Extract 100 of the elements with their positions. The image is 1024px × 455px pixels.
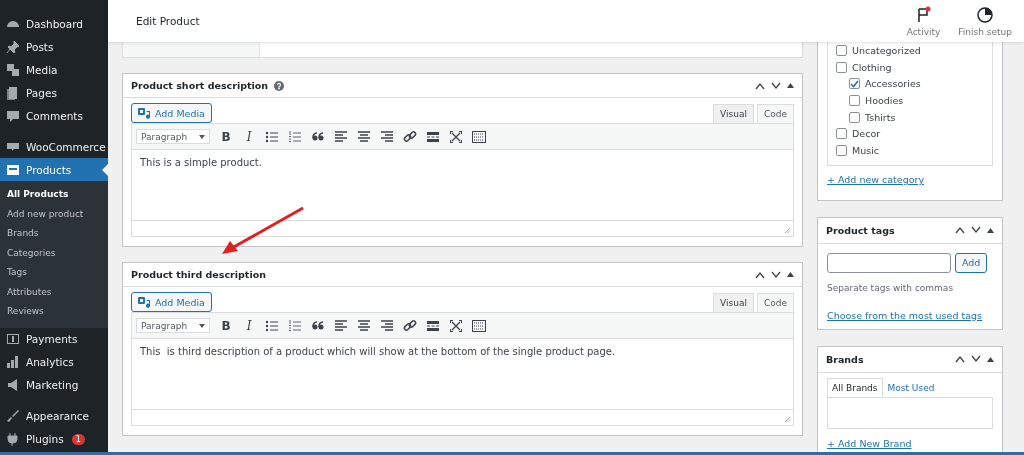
collapse-icon[interactable] <box>987 227 994 233</box>
progress-icon <box>976 5 995 24</box>
category-checkbox[interactable]: Decor <box>836 125 992 143</box>
read-more-icon[interactable] <box>426 129 440 144</box>
submenu-item[interactable]: Attributes <box>0 282 108 302</box>
chevron-up-icon[interactable] <box>755 270 765 279</box>
menu-item[interactable]: Products <box>0 158 108 181</box>
brush-icon <box>6 409 20 423</box>
page-icon <box>6 85 20 100</box>
collapse-icon[interactable] <box>787 272 794 277</box>
submenu-item[interactable]: Add new product <box>0 204 108 224</box>
link-icon[interactable] <box>403 318 417 333</box>
bold-button[interactable]: B <box>219 129 233 144</box>
format-dropdown[interactable]: Paragraph <box>136 129 210 144</box>
panel-title: Product third description <box>131 269 267 280</box>
bar-chart-icon <box>6 355 20 369</box>
tag-input-field[interactable] <box>827 252 951 273</box>
chevron-down-icon[interactable] <box>771 270 781 279</box>
submenu-item[interactable]: Reviews <box>0 302 108 322</box>
media-icon <box>138 107 151 119</box>
comment-icon <box>6 108 20 123</box>
chevron-up-icon[interactable] <box>955 355 965 364</box>
plug-icon <box>6 432 20 446</box>
editor-tab[interactable]: Code <box>756 104 794 123</box>
add-category-link[interactable]: + Add new category <box>827 173 993 185</box>
header-action[interactable]: Activity <box>906 5 941 37</box>
menu-item[interactable]: Appearance <box>0 404 108 428</box>
cash-icon <box>6 332 20 346</box>
resize-handle-icon[interactable] <box>784 416 791 423</box>
box-icon <box>6 162 20 177</box>
align-left-icon[interactable] <box>334 318 348 333</box>
bold-button[interactable]: B <box>219 318 233 333</box>
editor-tab[interactable]: Visual <box>713 104 754 123</box>
header-action[interactable]: Finish setup <box>958 5 1012 37</box>
resize-handle-icon[interactable] <box>784 227 791 234</box>
brand-tab[interactable]: Most Used <box>882 377 940 397</box>
category-checkbox[interactable]: Accessories <box>849 75 992 93</box>
page-title: Edit Product <box>136 15 201 27</box>
align-center-icon[interactable] <box>357 129 371 144</box>
media-icon <box>6 62 20 77</box>
menu-item[interactable]: Posts <box>0 35 108 58</box>
add-media-button[interactable]: Add Media <box>131 292 212 312</box>
add-tag-button[interactable]: Add <box>955 252 988 273</box>
align-right-icon[interactable] <box>380 129 394 144</box>
media-icon <box>138 296 151 308</box>
hint-text: Separate tags with commas <box>827 282 955 293</box>
fullscreen-icon[interactable] <box>449 318 463 333</box>
submenu-item[interactable]: All Products <box>0 185 108 205</box>
format-dropdown[interactable]: Paragraph <box>136 318 210 333</box>
editor-tab[interactable]: Visual <box>713 293 754 312</box>
align-center-icon[interactable] <box>357 318 371 333</box>
keyboard-icon[interactable] <box>472 318 486 333</box>
menu-item[interactable]: Media <box>0 58 108 81</box>
menu-item[interactable]: Payments <box>0 327 108 351</box>
help-icon[interactable] <box>274 80 285 91</box>
bullet-list-icon[interactable] <box>265 129 279 144</box>
link-icon[interactable] <box>403 129 417 144</box>
menu-item[interactable]: Dashboard <box>0 12 108 35</box>
category-checkbox[interactable]: Clothing <box>836 58 992 76</box>
chevron-down-icon[interactable] <box>771 81 781 90</box>
count-badge: 1 <box>71 433 85 445</box>
megaphone-icon <box>6 378 20 392</box>
submenu-item[interactable]: Tags <box>0 263 108 283</box>
add-media-button[interactable]: Add Media <box>131 103 212 123</box>
category-checkbox[interactable]: Hoodies <box>849 92 992 109</box>
chevron-down-icon[interactable] <box>971 355 981 364</box>
panel-title: Product short description <box>131 80 269 91</box>
most-used-tags-link[interactable]: Choose from the most used tags <box>827 309 993 321</box>
keyboard-icon[interactable] <box>472 129 486 144</box>
category-checkbox[interactable]: Uncategorized <box>836 42 992 59</box>
bullet-list-icon[interactable] <box>265 318 279 333</box>
collapse-icon[interactable] <box>787 83 794 88</box>
panel-title: Product tags <box>826 224 896 236</box>
menu-item[interactable]: Comments <box>0 104 108 127</box>
italic-button[interactable]: I <box>242 129 256 144</box>
menu-item[interactable]: Pages <box>0 81 108 104</box>
menu-item[interactable]: Plugins 1 <box>0 427 108 451</box>
align-left-icon[interactable] <box>334 129 348 144</box>
editor-tab[interactable]: Code <box>756 293 794 312</box>
fullscreen-icon[interactable] <box>449 129 463 144</box>
panel-title: Brands <box>826 353 865 365</box>
collapse-icon[interactable] <box>987 356 994 362</box>
pin-icon <box>6 39 20 54</box>
editor-text[interactable]: This is third description of a product which will show at the bottom of the single product page. <box>132 339 793 409</box>
add-brand-link[interactable]: + Add New Brand <box>827 437 993 449</box>
brand-tab[interactable]: All Brands <box>827 377 883 397</box>
align-right-icon[interactable] <box>380 318 394 333</box>
chevron-up-icon[interactable] <box>955 226 965 235</box>
submenu-item[interactable]: Categories <box>0 243 108 263</box>
menu-item[interactable]: Analytics <box>0 350 108 374</box>
editor-text[interactable]: This is a simple product. <box>132 150 793 220</box>
submenu-item[interactable]: Brands <box>0 224 108 244</box>
category-checkbox[interactable]: Tshirts <box>849 108 992 126</box>
menu-item[interactable]: WooCommerce <box>0 135 108 158</box>
chevron-up-icon[interactable] <box>755 81 765 90</box>
menu-item[interactable]: Marketing <box>0 373 108 397</box>
italic-button[interactable]: I <box>242 318 256 333</box>
read-more-icon[interactable] <box>426 318 440 333</box>
category-checkbox[interactable]: Music <box>836 142 992 159</box>
chevron-down-icon[interactable] <box>971 226 981 235</box>
